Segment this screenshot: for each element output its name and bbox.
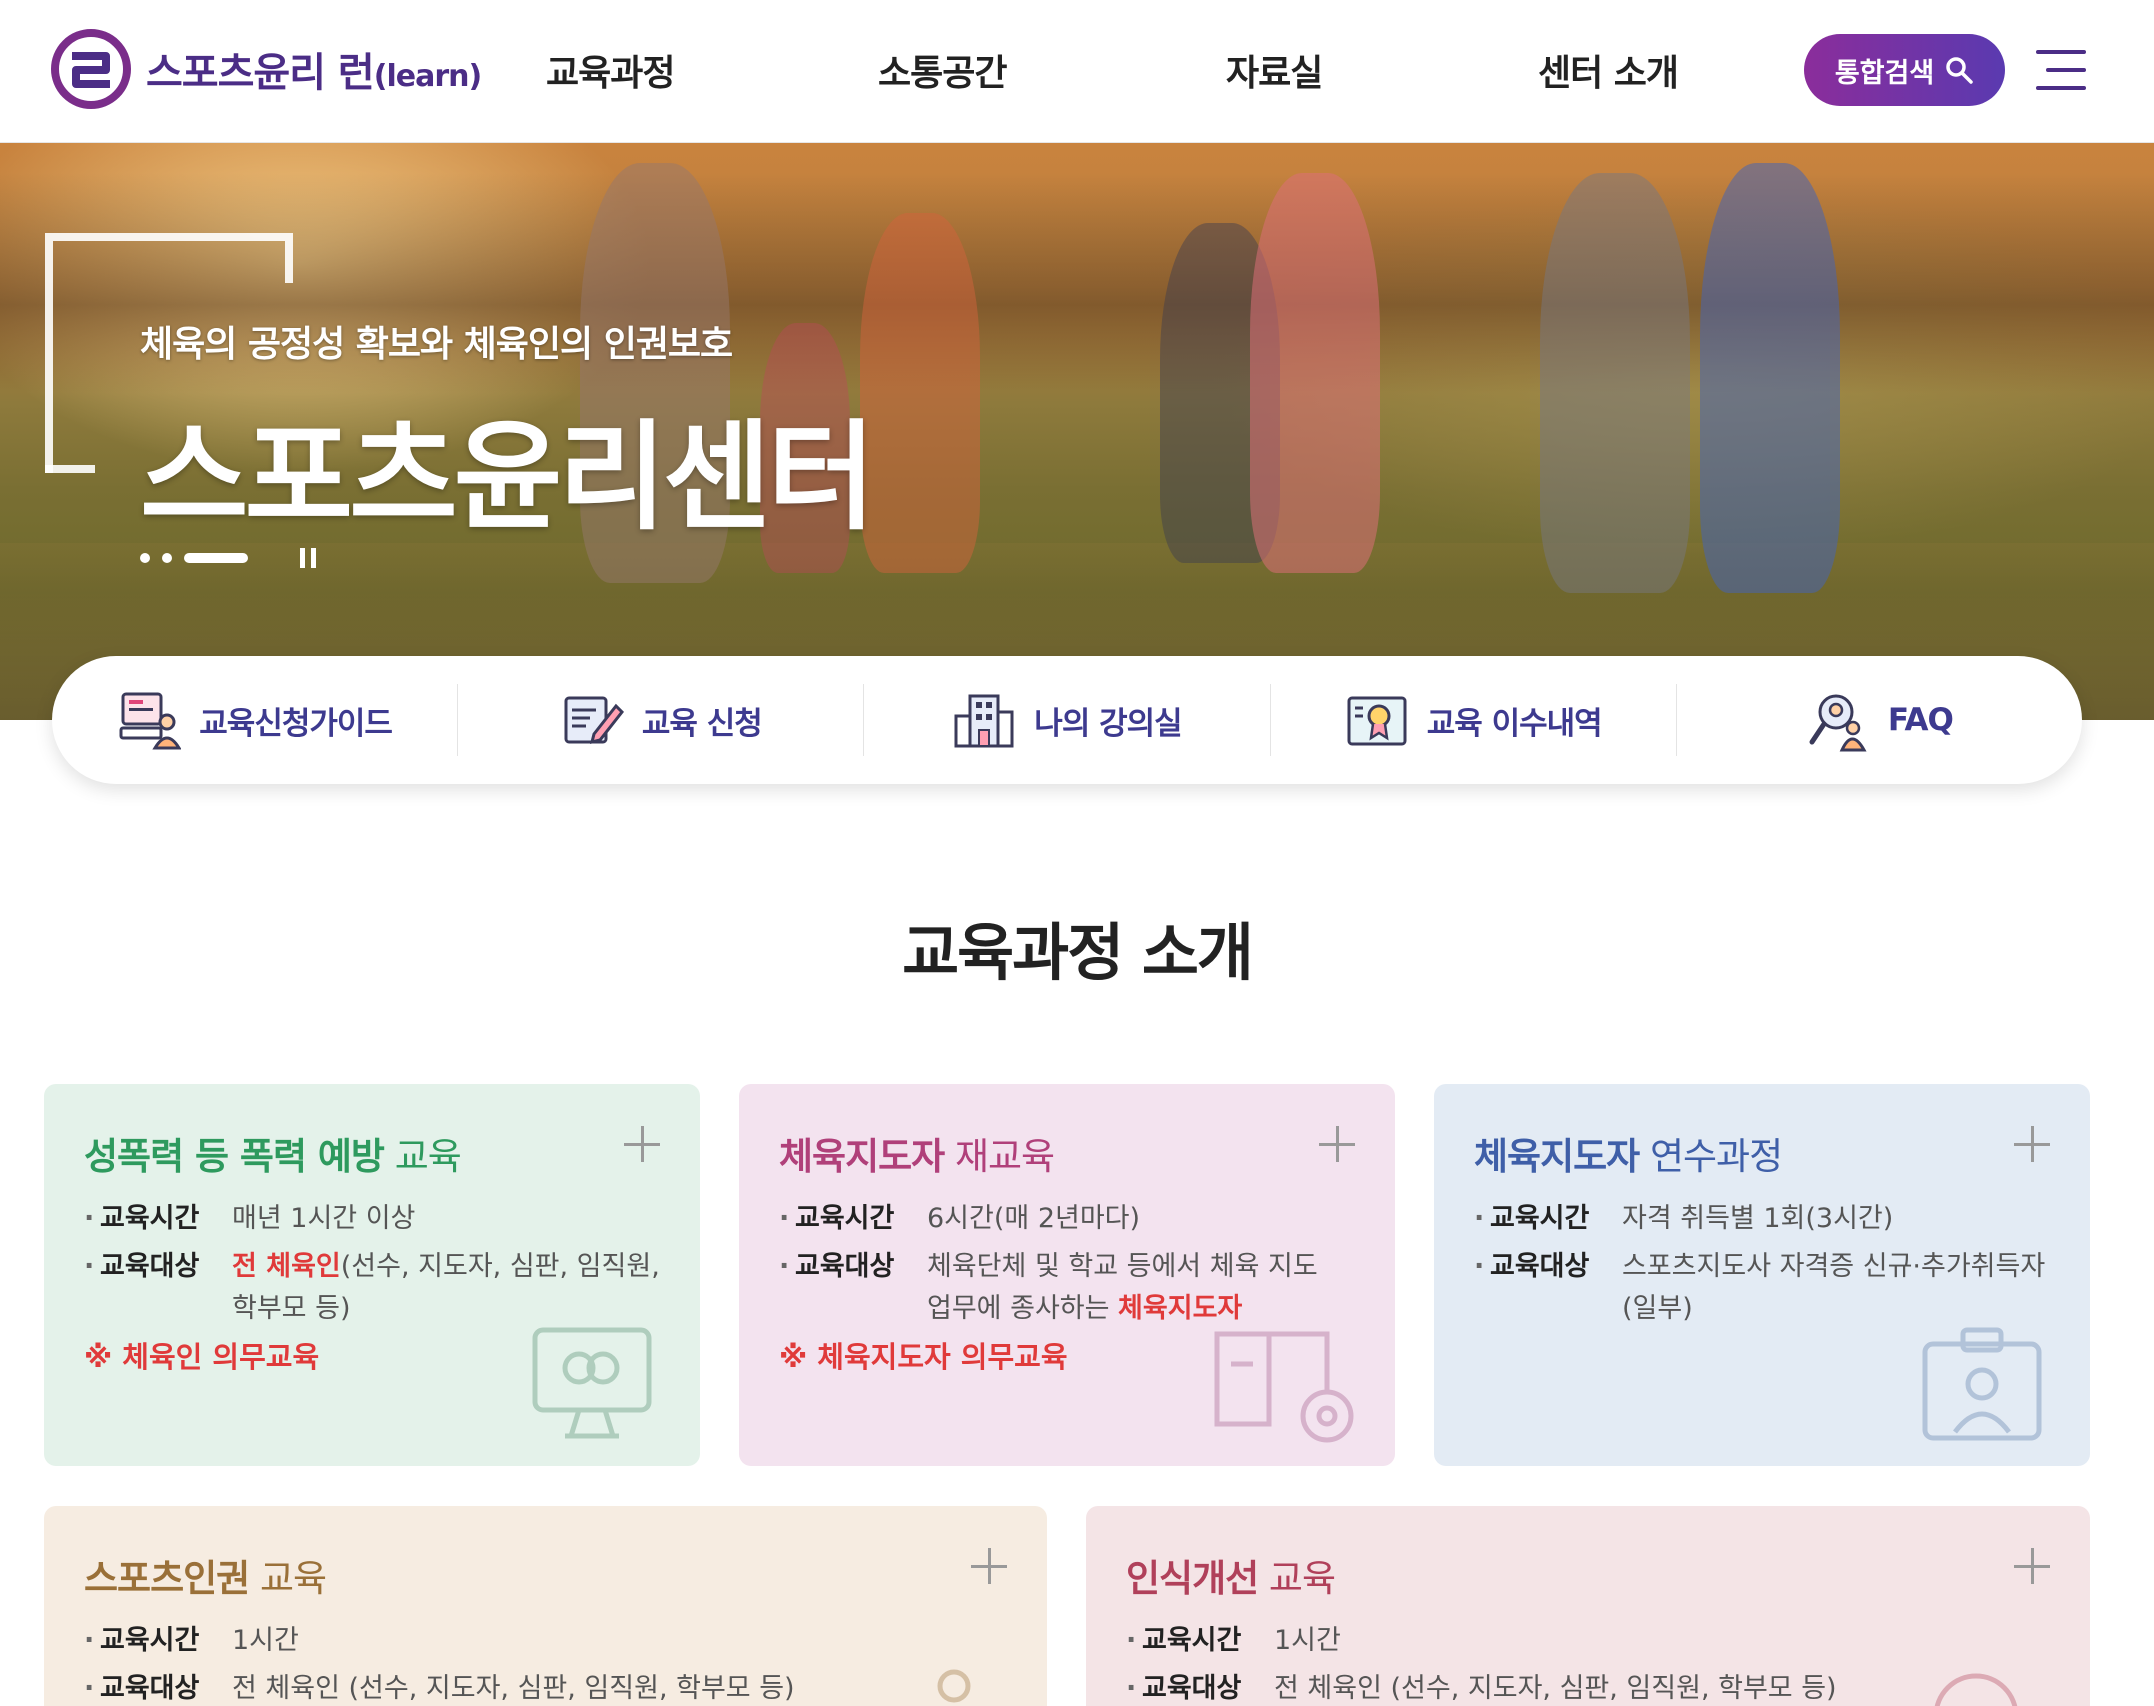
plus-icon[interactable] [969,1546,1009,1586]
search-button-label: 통합검색 [1834,57,1935,89]
course-target-row: · 교육대상 스포츠지도사 자격증 신규·추가취득자 (일부) [1474,1251,2046,1324]
quick-item-label: 나의 강의실 [1034,705,1182,742]
course-card-title: 성폭력 등 폭력 예방 교육 [84,1135,462,1178]
quick-item-completion-history[interactable]: 교육 이수내역 [1271,684,1677,756]
quick-item-apply[interactable]: 교육 신청 [458,684,865,756]
course-time-row: · 교육시간 6시간(매 2년마다) [779,1203,1141,1234]
course-time-row: · 교육시간 1시간 [1126,1625,1341,1656]
slider-dot[interactable] [140,553,150,563]
nav-courses[interactable]: 교육과정 [546,44,675,96]
nav-community[interactable]: 소통공간 [878,44,1007,96]
course-card-sports-human-rights[interactable]: 스포츠인권 교육 · 교육시간 1시간 · 교육대상 전 체육인 (선수, 지도자, 심… [44,1506,1047,1706]
course-card-instructor-retraining[interactable]: 체육지도자 재교육 · 교육시간 6시간(매 2년마다) · 교육대상 체육단체 및 학… [739,1084,1395,1466]
plus-icon[interactable] [2012,1546,2052,1586]
edit-document-icon [564,696,624,745]
monitor-gender-icon [532,1327,652,1439]
quick-item-label: 교육 이수내역 [1426,705,1603,742]
pause-icon[interactable] [300,548,316,568]
course-card-title: 체육지도자 재교육 [779,1135,1055,1178]
course-card-violence-prevention[interactable]: 성폭력 등 폭력 예방 교육 · 교육시간 매년 1시간 이상 · 교육대상 전 체육인… [44,1084,700,1466]
plus-icon[interactable] [2012,1124,2052,1164]
building-icon [954,694,1014,748]
course-target-row: · 교육대상 체육단체 및 학교 등에서 체육 지도 업무에 종사하는 체육지도자 [779,1251,1318,1324]
quick-item-faq[interactable]: FAQ [1677,684,2082,756]
logo-text: 스포츠윤리 런(learn) [146,50,482,96]
nav-about[interactable]: 센터 소개 [1538,44,1679,96]
course-card-awareness-improvement[interactable]: 인식개선 교육 · 교육시간 1시간 · 교육대상 전 체육인 (선수, 지도자, 심판… [1086,1506,2090,1706]
course-card-instructor-training[interactable]: 체육지도자 연수과정 · 교육시간 자격 취득별 1회(3시간) · 교육대상 스포츠지… [1434,1084,2090,1466]
course-card-title: 인식개선 교육 [1126,1557,1336,1600]
course-time-row: · 교육시간 매년 1시간 이상 [84,1203,416,1234]
course-time-row: · 교육시간 자격 취득별 1회(3시간) [1474,1203,1894,1234]
course-card-title: 스포츠인권 교육 [84,1557,327,1600]
hero-banner: 체육의 공정성 확보와 체육인의 인권보호 스포츠윤리센터 [0,143,2154,720]
quick-item-label: 교육 신청 [641,705,763,742]
hero-subtitle: 체육의 공정성 확보와 체육인의 인권보호 [140,324,733,365]
slider-dot-active[interactable] [184,553,248,563]
course-target-row: · 교육대상 전 체육인(선수, 지도자, 심판, 임직원, 학부모 등) [84,1251,660,1324]
site-logo[interactable]: 스포츠윤리 런(learn) [50,28,482,110]
hero-slider-controls [140,548,316,568]
circle-icon [1934,1673,2018,1706]
course-target-row: · 교육대상 전 체육인 (선수, 지도자, 심판, 임직원, 학부모 등) [84,1673,795,1704]
course-target-row: · 교육대상 전 체육인 (선수, 지도자, 심판, 임직원, 학부모 등) [1126,1673,1837,1704]
monitor-person-icon [119,692,182,750]
book-clock-icon [1214,1331,1354,1443]
search-person-icon [1809,694,1867,752]
plus-icon[interactable] [622,1124,662,1164]
search-icon [1946,57,1973,84]
logo-mark-icon [51,29,131,109]
quick-item-my-classroom[interactable]: 나의 강의실 [864,684,1271,756]
course-note: ※ 체육지도자 의무교육 [779,1340,1068,1374]
quick-item-guide[interactable]: 교육신청가이드 [52,684,459,756]
plus-icon[interactable] [1317,1124,1357,1164]
hero-title: 스포츠윤리센터 [140,408,876,546]
course-card-title: 체육지도자 연수과정 [1474,1135,1783,1178]
id-card-icon [1922,1327,2042,1441]
site-header: 스포츠윤리 런(learn) 교육과정 소통공간 자료실 센터 소개 통합검색 [0,0,2154,143]
certificate-icon [1347,696,1407,746]
section-title: 교육과정 소개 [902,916,1254,989]
integrated-search-button[interactable]: 통합검색 [1804,34,2005,106]
menu-icon[interactable] [2036,50,2086,90]
nav-resources[interactable]: 자료실 [1226,44,1323,96]
quick-item-label: 교육신청가이드 [199,705,393,742]
quick-item-label: FAQ [1887,702,1954,738]
person-icon [937,1669,971,1703]
slider-dot[interactable] [162,553,172,563]
course-time-row: · 교육시간 1시간 [84,1625,299,1656]
course-note: ※ 체육인 의무교육 [84,1340,320,1374]
quick-menu: 교육신청가이드 교육 신청 나의 강의실 교육 이수내역 FAQ [52,656,2082,784]
